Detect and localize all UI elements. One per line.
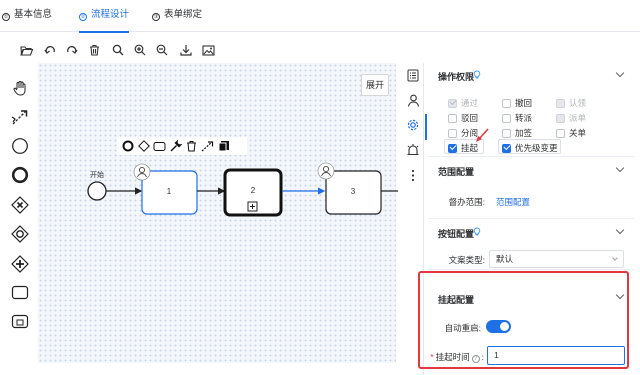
checkbox-label: 撤回 [515,98,533,108]
checkbox-label: 关单 [569,128,587,138]
permission-checkbox[interactable]: 认领 [556,97,586,109]
bulb-icon [473,227,481,236]
active-indicator [425,114,427,140]
section-scope-config: 范围配置 [428,158,635,219]
copy-icon[interactable] [217,139,230,153]
field-label: 文案类型: [448,255,485,265]
permission-checkbox[interactable]: 通过 [448,97,478,109]
gateway-icon[interactable] [137,139,150,153]
checkbox-label: 驳回 [461,113,479,123]
connect-icon[interactable] [201,139,214,153]
permission-checkbox[interactable]: 关单 [556,127,586,139]
permission-checkbox[interactable]: 优先级变更 [502,142,558,154]
chevron-down-icon [615,68,625,78]
gear-icon[interactable] [405,117,421,133]
end-event-icon[interactable] [121,139,134,153]
user-icon [317,162,335,180]
section-title: 范围配置 [438,167,475,177]
checkbox-label: 优先级变更 [515,143,558,153]
section-title: 操作权限 [438,72,475,82]
bulb-icon [473,70,481,79]
task-icon[interactable] [153,139,166,153]
trash-icon[interactable] [185,139,198,153]
task-label: 3 [350,187,356,196]
task-label: 2 [250,186,256,195]
wrench-icon[interactable] [169,139,182,153]
field-label: 督办范围: [448,197,485,207]
chevron-down-icon [612,255,618,261]
permission-checkbox[interactable]: 加签 [502,127,532,139]
checkbox-label: 派单 [569,113,587,123]
permission-checkbox[interactable]: 驳回 [448,112,478,124]
chevron-down-icon [615,163,625,173]
user-icon[interactable] [405,92,421,108]
select-value: 默认 [496,254,514,264]
red-arrow-annotation [476,128,489,142]
scope-config-link[interactable]: 范围配置 [496,196,530,208]
permission-checkbox[interactable]: 撤回 [502,97,532,109]
permission-checkbox[interactable]: 派单 [556,112,586,124]
start-event[interactable] [87,181,107,201]
task-label: 1 [166,187,172,196]
copy-type-select[interactable]: 默认 [489,250,624,268]
chevron-down-icon [615,225,625,235]
checkbox-label: 通过 [461,98,479,108]
list-icon[interactable] [405,67,421,83]
user-icon [133,163,151,181]
section-header[interactable]: 操作权限 [428,63,635,85]
highlight-box [418,271,629,369]
alarm-icon[interactable] [405,142,421,158]
checkbox-label: 认领 [569,98,587,108]
section-title: 按钮配置 [438,229,475,239]
section-header[interactable]: 按钮配置 [428,220,635,242]
context-pad [117,137,247,155]
checkbox-label: 加签 [515,128,533,138]
checkbox-label: 转派 [515,113,533,123]
more-icon[interactable] [405,167,421,183]
permission-checkbox[interactable]: 转派 [502,112,532,124]
start-event-label: 开始 [90,172,104,179]
section-header[interactable]: 范围配置 [428,158,635,180]
